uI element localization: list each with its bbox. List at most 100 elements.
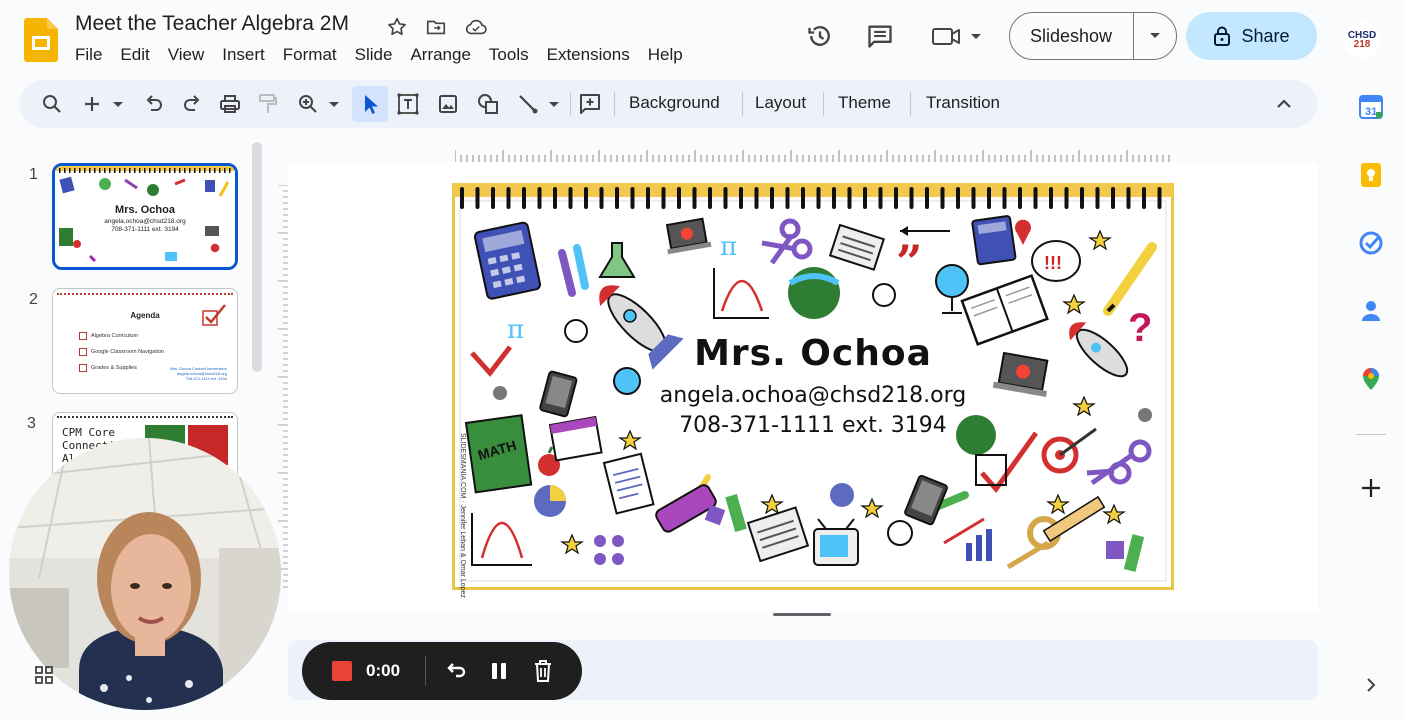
checkbox-icon [79, 348, 87, 356]
shape-icon[interactable] [476, 92, 500, 116]
svg-text:31: 31 [1365, 106, 1377, 118]
select-tool-button[interactable] [352, 86, 388, 122]
print-icon[interactable] [218, 92, 242, 116]
search-menus-icon[interactable] [40, 92, 64, 116]
thumbnail-spiral [57, 293, 233, 299]
version-history-icon[interactable] [806, 22, 834, 50]
checkbox-icon [79, 364, 87, 372]
slide-side-credit: SLIDESMANIA.COM · Jennifer Leban & Omar … [454, 423, 468, 598]
pause-icon[interactable] [487, 659, 511, 683]
restart-recording-icon[interactable] [444, 659, 468, 683]
menu-arrange[interactable]: Arrange [401, 44, 479, 66]
menu-format[interactable]: Format [274, 44, 346, 66]
thumbnail-doodle-art [55, 166, 235, 267]
new-slide-icon[interactable] [80, 92, 126, 116]
recording-controls: 0:00 [302, 642, 582, 700]
slideshow-dropdown-icon[interactable] [1134, 31, 1176, 41]
toolbar-divider [910, 92, 911, 116]
thumbnail-phone: 708-371-1111 ext. 3194 [111, 226, 179, 233]
contact-phone: 708-371-1111 ext. 3194 [185, 376, 227, 381]
avatar-text-line2: 218 [1353, 39, 1371, 50]
filmstrip-scrollbar[interactable] [252, 142, 262, 372]
slide-number: 1 [29, 166, 38, 183]
svg-text:”: ” [896, 235, 922, 289]
text-box-icon[interactable] [396, 92, 420, 116]
menu-tools[interactable]: Tools [480, 44, 538, 66]
menu-insert[interactable]: Insert [213, 44, 274, 66]
current-slide[interactable]: π π ” !!! ? MATH SLIDESMANIA.COM · Jenni… [452, 183, 1174, 598]
star-icon[interactable] [386, 16, 408, 38]
slide-email[interactable]: angela.ochoa@chsd218.org [452, 383, 1174, 408]
menu-file[interactable]: File [66, 44, 111, 66]
share-label: Share [1241, 25, 1290, 46]
slide-phone[interactable]: 708-371-1111 ext. 3194 [452, 413, 1174, 438]
document-title[interactable]: Meet the Teacher Algebra 2M [75, 12, 349, 36]
toolbar-divider [570, 92, 571, 116]
menu-bar: File Edit View Insert Format Slide Arran… [66, 44, 692, 66]
recorder-divider [425, 656, 426, 686]
contacts-icon[interactable] [1358, 298, 1384, 324]
line-tool-icon[interactable] [516, 92, 562, 116]
share-button[interactable]: Share [1186, 12, 1317, 60]
cursor-arrow-icon [365, 95, 378, 114]
cloud-saved-icon[interactable] [464, 16, 487, 38]
toolbar-divider [823, 92, 824, 116]
add-comment-icon[interactable] [578, 92, 602, 116]
svg-text:π: π [720, 232, 737, 262]
menu-extensions[interactable]: Extensions [538, 44, 639, 66]
stop-recording-button[interactable] [332, 661, 352, 681]
maps-icon[interactable] [1358, 366, 1384, 392]
toolbar-divider [614, 92, 615, 116]
svg-text:!!!: !!! [1044, 253, 1062, 273]
checkmark-icon [201, 303, 227, 329]
lock-icon [1213, 26, 1231, 46]
menu-view[interactable]: View [159, 44, 214, 66]
layout-button[interactable]: Layout [755, 93, 806, 113]
agenda-item: Grades & Supplies [91, 365, 137, 371]
zoom-icon[interactable] [296, 92, 342, 116]
slide-teacher-name[interactable]: Mrs. Ochoa [452, 333, 1174, 374]
transition-button[interactable]: Transition [926, 93, 1000, 113]
toolbar: Background Layout Theme Transition [20, 80, 1317, 128]
menu-slide[interactable]: Slide [346, 44, 402, 66]
meet-camera-icon[interactable] [930, 22, 984, 50]
redo-icon[interactable] [180, 92, 204, 116]
show-side-panel-icon[interactable] [1362, 676, 1380, 694]
theme-button[interactable]: Theme [838, 93, 891, 113]
calendar-icon[interactable]: 31 [1358, 94, 1384, 120]
menu-edit[interactable]: Edit [111, 44, 158, 66]
grid-view-icon[interactable] [34, 665, 54, 685]
horizontal-ruler [455, 148, 1175, 162]
side-panel-divider [1356, 434, 1386, 435]
background-button[interactable]: Background [629, 93, 720, 113]
comments-icon[interactable] [866, 22, 894, 50]
slideshow-button-group: Slideshow [1009, 12, 1177, 60]
checkbox-icon [79, 332, 87, 340]
menu-help[interactable]: Help [639, 44, 692, 66]
notes-resize-handle[interactable] [773, 613, 831, 616]
tasks-icon[interactable] [1358, 230, 1384, 256]
agenda-item: Algebra Curriculum [91, 333, 139, 339]
slideshow-button[interactable]: Slideshow [1010, 13, 1134, 59]
toolbar-divider [742, 92, 743, 116]
thumbnail-contact: Mrs. Ochoa Contact Information angela.oc… [161, 366, 227, 381]
delete-recording-icon[interactable] [531, 658, 555, 684]
recording-timer: 0:00 [366, 661, 401, 680]
thumbnail-name: Mrs. Ochoa [115, 204, 175, 216]
slide-thumbnail-2[interactable]: Agenda Algebra Curriculum Google Classro… [52, 288, 238, 394]
slide-thumbnail-1[interactable]: Mrs. Ochoa angela.ochoa@chsd218.org 708-… [52, 163, 238, 270]
collapse-toolbar-icon[interactable] [1272, 92, 1296, 116]
paint-format-icon[interactable] [256, 92, 280, 116]
account-avatar[interactable]: CHSD 218 [1344, 22, 1380, 58]
credit-text: SLIDESMANIA.COM · Jennifer Leban & Omar … [459, 433, 466, 598]
add-addon-icon[interactable] [1358, 475, 1384, 501]
slides-logo[interactable] [24, 18, 58, 62]
keep-icon[interactable] [1358, 162, 1384, 188]
move-to-folder-icon[interactable] [425, 16, 447, 38]
insert-image-icon[interactable] [436, 92, 460, 116]
slide-number: 2 [29, 291, 38, 308]
thumbnail-line: CPM Core [62, 426, 115, 439]
vertical-ruler [278, 185, 288, 590]
undo-icon[interactable] [142, 92, 166, 116]
thumbnail-email: angela.ochoa@chsd218.org [104, 218, 186, 225]
